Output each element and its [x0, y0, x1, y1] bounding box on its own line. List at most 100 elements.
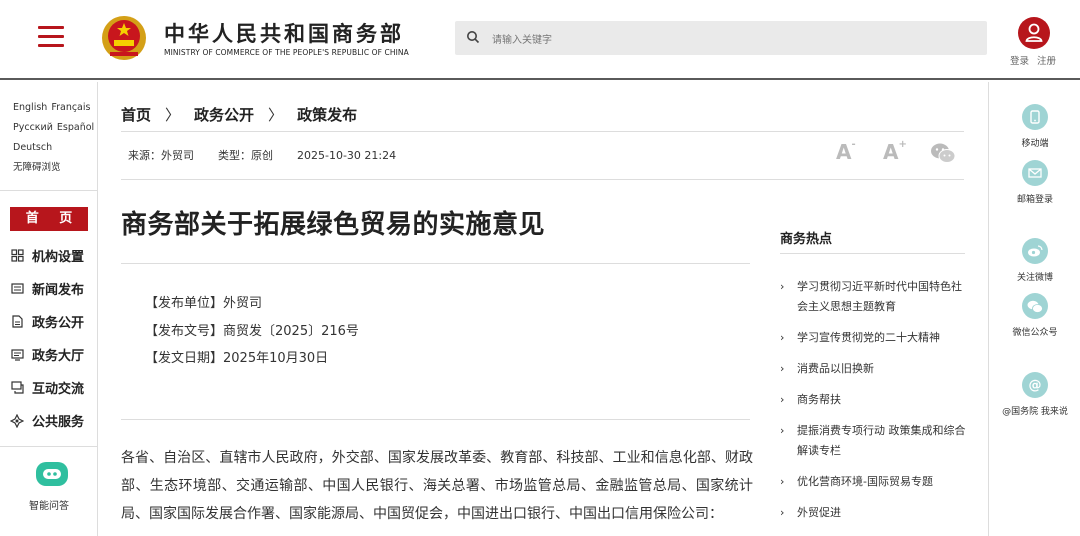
- register-link[interactable]: 注册: [1037, 56, 1056, 67]
- font-increase-button[interactable]: A+: [883, 139, 907, 164]
- wechat-label: 微信公众号: [1012, 328, 1058, 338]
- language-links: English Français Русский Español Deutsch 无…: [13, 98, 98, 178]
- accessibility-link[interactable]: 无障碍浏览: [13, 162, 61, 173]
- site-title-cn: 中华人民共和国商务部: [164, 22, 404, 46]
- hot-topic-item[interactable]: › 提振消费专项行动 政策集成和综合解读专栏: [780, 421, 970, 461]
- hot-topic-item[interactable]: › 优化营商环境-国际贸易专题: [780, 472, 970, 492]
- hot-topic-label: 商务帮扶: [797, 393, 841, 406]
- wechat-share-icon[interactable]: [930, 142, 956, 164]
- right-sidebar: 移动端 邮箱登录 关注微博 微信公众号 @ @国务院 我来说: [988, 82, 1080, 536]
- breadcrumb-policy[interactable]: 政策发布: [297, 106, 357, 124]
- site-header: 中华人民共和国商务部 MINISTRY OF COMMERCE OF THE P…: [0, 0, 1080, 80]
- hot-topic-item[interactable]: › 外贸促进: [780, 503, 970, 523]
- hot-topic-item[interactable]: › 消费品以旧换新: [780, 359, 970, 379]
- news-icon: [10, 282, 24, 296]
- wechat-icon: [1022, 293, 1048, 319]
- font-decrease-label: A: [836, 140, 852, 164]
- hot-topics-title: 商务热点: [780, 232, 833, 247]
- mobile-label: 移动端: [1021, 139, 1049, 149]
- nav-item-interact[interactable]: 互动交流: [10, 371, 88, 404]
- lang-german[interactable]: Deutsch: [13, 142, 52, 153]
- mobile-link[interactable]: 移动端: [989, 104, 1080, 149]
- mobile-icon: [1022, 104, 1048, 130]
- article-info: 【发布单位】外贸司 【发布文号】商贸发〔2025〕216号 【发文日期】2025…: [145, 290, 359, 373]
- hall-icon: [10, 348, 24, 362]
- document-icon: [10, 315, 24, 329]
- menu-icon[interactable]: [38, 26, 64, 48]
- interact-icon: [10, 381, 24, 395]
- chevron-right-icon: ›: [780, 331, 785, 344]
- chevron-right-icon: ›: [780, 506, 785, 519]
- nav-item-news[interactable]: 新闻发布: [10, 272, 88, 305]
- divider: [121, 179, 964, 180]
- nav-item-service[interactable]: 公共服务: [10, 404, 88, 437]
- national-emblem-logo[interactable]: [100, 14, 148, 62]
- state-council-label: @国务院 我来说: [1002, 407, 1068, 417]
- wechat-link[interactable]: 微信公众号: [989, 293, 1080, 338]
- hot-topic-item[interactable]: › 商务帮扶: [780, 390, 970, 410]
- nav-item-label: 政务公开: [32, 316, 85, 331]
- left-sidebar: English Français Русский Español Deutsch 无…: [0, 82, 98, 536]
- nav-home[interactable]: 首 页: [10, 207, 88, 231]
- mail-label: 邮箱登录: [1016, 195, 1053, 205]
- nav-item-label: 政务大厅: [32, 349, 85, 364]
- auth-links: 登录 注册: [1010, 53, 1064, 67]
- font-increase-label: A: [883, 140, 899, 164]
- lang-english[interactable]: English: [13, 102, 47, 113]
- chevron-right-icon: ›: [780, 280, 785, 293]
- hot-topic-item[interactable]: › 学习宣传贯彻党的二十大精神: [780, 328, 970, 348]
- user-avatar-icon[interactable]: [1018, 17, 1050, 49]
- search-box[interactable]: 请输入关键字: [455, 21, 987, 55]
- nav-item-label: 互动交流: [32, 382, 85, 397]
- assistant-label[interactable]: 智能问答: [0, 497, 98, 512]
- nav-item-org[interactable]: 机构设置: [10, 239, 88, 272]
- nav-item-hall[interactable]: 政务大厅: [10, 338, 88, 371]
- org-grid-icon: [10, 249, 24, 263]
- hot-topics-list: › 学习贯彻习近平新时代中国特色社会主义思想主题教育 › 学习宣传贯彻党的二十大精神…: [780, 277, 970, 534]
- chevron-right-icon: ›: [780, 393, 785, 406]
- article-title: 商务部关于拓展绿色贸易的实施意见: [121, 210, 546, 240]
- main-nav: 首 页 机构设置 新闻发布 政务公开 政务大厅 互动交流 公共服务: [10, 207, 88, 437]
- nav-item-label: 新闻发布: [32, 283, 85, 298]
- state-council-link[interactable]: @ @国务院 我来说: [989, 372, 1080, 417]
- weibo-label: 关注微博: [1016, 273, 1053, 283]
- robot-assistant-icon[interactable]: [36, 462, 68, 486]
- meta-source: 来源：外贸司: [128, 149, 194, 162]
- article-meta: 来源：外贸司 类型：原创 2025-10-30 21:24: [128, 147, 420, 163]
- info-issue-date: 【发文日期】2025年10月30日: [145, 351, 329, 366]
- weibo-icon: [1022, 238, 1048, 264]
- hot-topic-item[interactable]: › 学习贯彻习近平新时代中国特色社会主义思想主题教育: [780, 277, 970, 317]
- search-icon[interactable]: [466, 30, 480, 44]
- at-icon: @: [1022, 372, 1048, 398]
- breadcrumb: 首页〉政务公开〉政策发布: [121, 104, 357, 125]
- lang-russian[interactable]: Русский: [13, 122, 53, 133]
- lang-french[interactable]: Français: [51, 102, 90, 113]
- divider: [121, 419, 750, 420]
- breadcrumb-home[interactable]: 首页: [121, 106, 151, 124]
- mail-icon: [1022, 160, 1048, 186]
- hot-topic-label: 提振消费专项行动 政策集成和综合解读专栏: [797, 424, 966, 457]
- service-icon: [10, 413, 24, 428]
- hot-topic-label: 学习贯彻习近平新时代中国特色社会主义思想主题教育: [797, 280, 962, 313]
- nav-item-gov-affairs[interactable]: 政务公开: [10, 305, 88, 338]
- meta-type: 类型：原创: [218, 149, 273, 162]
- nav-item-label: 机构设置: [32, 250, 85, 265]
- site-title-en: MINISTRY OF COMMERCE OF THE PEOPLE'S REP…: [164, 48, 409, 57]
- info-issuer: 【发布单位】外贸司: [145, 296, 263, 311]
- chevron-right-icon: ›: [780, 424, 785, 437]
- mail-link[interactable]: 邮箱登录: [989, 160, 1080, 205]
- chevron-right-icon: 〉: [165, 106, 181, 124]
- font-decrease-button[interactable]: A-: [836, 139, 856, 164]
- divider: [121, 263, 750, 264]
- breadcrumb-gov-affairs[interactable]: 政务公开: [194, 106, 254, 124]
- login-link[interactable]: 登录: [1010, 56, 1029, 67]
- lang-spanish[interactable]: Español: [57, 122, 94, 133]
- divider: [780, 253, 965, 254]
- info-doc-number: 【发布文号】商贸发〔2025〕216号: [145, 323, 359, 339]
- divider: [0, 446, 98, 447]
- divider: [121, 131, 964, 132]
- nav-item-label: 公共服务: [32, 415, 85, 430]
- search-input[interactable]: 请输入关键字: [492, 31, 552, 46]
- weibo-link[interactable]: 关注微博: [989, 238, 1080, 283]
- hot-topic-label: 学习宣传贯彻党的二十大精神: [797, 331, 940, 344]
